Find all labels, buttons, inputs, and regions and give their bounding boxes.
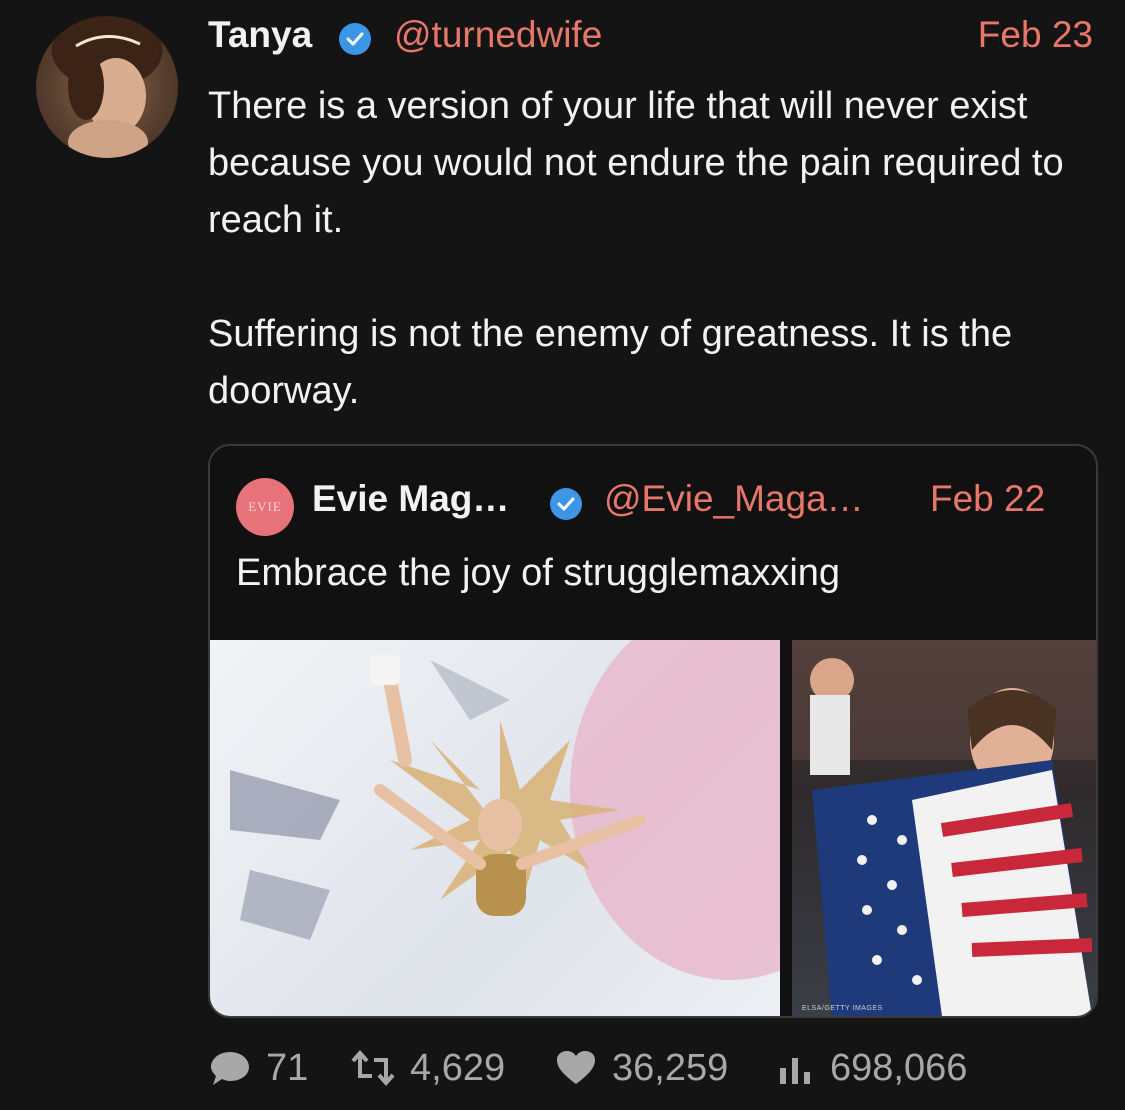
quoted-author-name[interactable]: Evie Mag…	[312, 478, 509, 520]
reply-count: 71	[266, 1046, 309, 1089]
retweet-button[interactable]: 4,629	[350, 1040, 505, 1096]
author-handle[interactable]: @turnedwife	[394, 14, 602, 56]
comment-bubble-icon	[211, 1052, 249, 1085]
heart-icon	[557, 1051, 595, 1084]
quoted-author-handle[interactable]: @Evie_Maga…	[604, 478, 864, 520]
hockey-player-image	[792, 640, 1096, 1016]
tweet-date[interactable]: Feb 23	[978, 14, 1093, 56]
photo-credit: ELSA/GETTY IMAGES	[802, 1005, 883, 1012]
tweet-paragraph: Suffering is not the enemy of greatness.…	[208, 313, 1013, 412]
view-count: 698,066	[830, 1046, 968, 1089]
avatar-portrait-icon	[58, 22, 154, 158]
media-image-figure-skater[interactable]	[210, 640, 780, 1016]
retweet-count: 4,629	[410, 1046, 506, 1089]
figure-skater-image	[230, 640, 780, 980]
tweet-body: There is a version of your life that wil…	[208, 78, 1108, 420]
quoted-tweet-text: Embrace the joy of strugglemaxxing	[236, 552, 841, 594]
reply-button[interactable]: 71	[208, 1040, 308, 1096]
verified-badge-icon	[550, 488, 582, 520]
author-avatar[interactable]	[36, 16, 178, 158]
verified-badge-icon	[339, 23, 371, 55]
tweet-paragraph: There is a version of your life that wil…	[208, 85, 1064, 241]
like-count: 36,259	[612, 1046, 729, 1089]
quoted-author-avatar[interactable]: EVIE	[236, 478, 294, 536]
media-grid: ELSA/GETTY IMAGES	[210, 640, 1096, 1016]
retweet-icon	[351, 1049, 395, 1087]
author-name[interactable]: Tanya	[208, 14, 312, 56]
tweet-header: Tanya @turnedwife Feb 23	[208, 12, 1093, 60]
media-image-hockey-player[interactable]: ELSA/GETTY IMAGES	[792, 640, 1096, 1016]
like-button[interactable]: 36,259	[554, 1040, 728, 1096]
quoted-avatar-logo: EVIE	[248, 499, 282, 514]
bar-chart-icon	[780, 1058, 810, 1084]
action-bar: 71 4,629 36,259 698,066	[208, 1040, 1108, 1096]
quoted-tweet[interactable]: EVIE Evie Mag… @Evie_Maga… Feb 22 Embrac…	[208, 444, 1098, 1018]
quoted-tweet-date[interactable]: Feb 22	[930, 478, 1045, 520]
views-button[interactable]: 698,066	[776, 1040, 967, 1096]
